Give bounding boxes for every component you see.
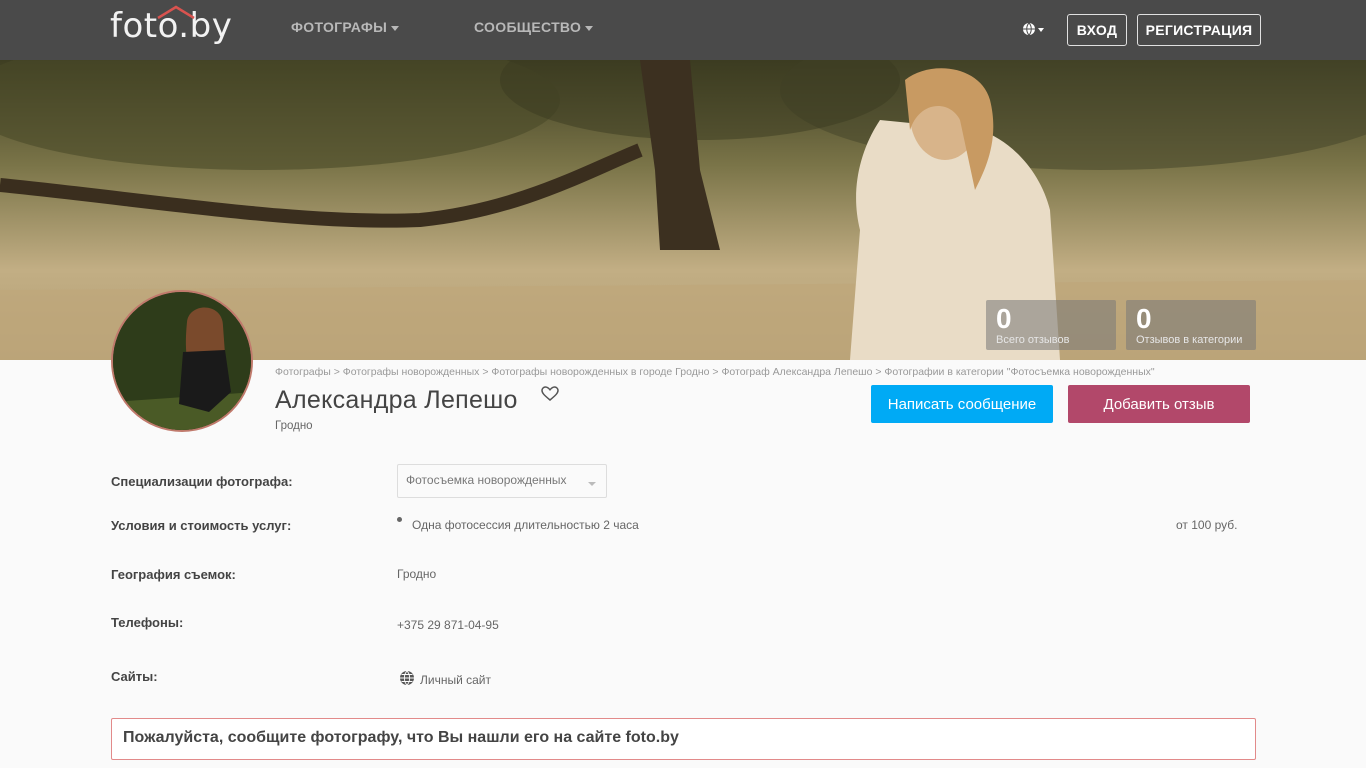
login-button[interactable]: ВХОД (1067, 14, 1127, 46)
nav-photographers[interactable]: ФОТОГРАФЫ (291, 19, 400, 35)
stat-category-reviews: 0 Отзывов в категории (1126, 300, 1256, 350)
add-review-button[interactable]: Добавить отзыв (1068, 385, 1250, 423)
write-message-button[interactable]: Написать сообщение (871, 385, 1053, 423)
site-logo[interactable]: foto.by (110, 5, 232, 48)
chevron-down-icon (585, 25, 594, 31)
service-price: от 100 руб. (1176, 518, 1238, 532)
logo-roof-icon (157, 5, 195, 19)
stat-total-reviews: 0 Всего отзывов (986, 300, 1116, 350)
chevron-down-icon (588, 482, 596, 486)
service-item: Одна фотосессия длительностью 2 часа (412, 518, 639, 532)
stat-total-reviews-label: Всего отзывов (996, 334, 1070, 346)
globe-icon (400, 670, 414, 686)
language-globe-icon[interactable] (1021, 20, 1049, 40)
nav-photographers-label: ФОТОГРАФЫ (291, 19, 388, 35)
phones-label: Телефоны: (111, 615, 184, 630)
geography-label: География съемок: (111, 567, 236, 582)
photographer-name: Александра Лепешо (275, 386, 518, 414)
bullet-icon (397, 517, 402, 522)
personal-site-link[interactable]: Личный сайт (420, 673, 491, 687)
specializations-label: Специализации фотографа: (111, 474, 293, 489)
sites-label: Сайты: (111, 669, 158, 684)
geography-value: Гродно (397, 567, 437, 581)
register-button[interactable]: РЕГИСТРАЦИЯ (1137, 14, 1261, 46)
stat-total-reviews-value: 0 (996, 303, 1012, 334)
stat-category-reviews-label: Отзывов в категории (1136, 334, 1243, 346)
specialization-selected-value: Фотосъемка новорожденных (406, 473, 567, 487)
phone-value[interactable]: +375 29 871-04-95 (397, 618, 499, 632)
avatar-photo (113, 292, 251, 430)
photographer-city: Гродно (275, 420, 313, 432)
top-navbar: foto.by ФОТОГРАФЫ СООБЩЕСТВО ВХОД РЕГИСТ… (0, 0, 1366, 60)
nav-community-label: СООБЩЕСТВО (474, 19, 582, 35)
stat-category-reviews-value: 0 (1136, 303, 1152, 334)
nav-community[interactable]: СООБЩЕСТВО (474, 19, 594, 35)
chevron-down-icon (391, 25, 400, 31)
breadcrumb[interactable]: Фотографы > Фотографы новорожденных > Фо… (275, 366, 1155, 378)
services-label: Условия и стоимость услуг: (111, 518, 292, 533)
avatar[interactable] (111, 290, 253, 432)
notice-banner: Пожалуйста, сообщите фотографу, что Вы н… (111, 718, 1256, 760)
heart-icon[interactable] (541, 386, 559, 402)
specialization-select[interactable]: Фотосъемка новорожденных (397, 464, 607, 498)
